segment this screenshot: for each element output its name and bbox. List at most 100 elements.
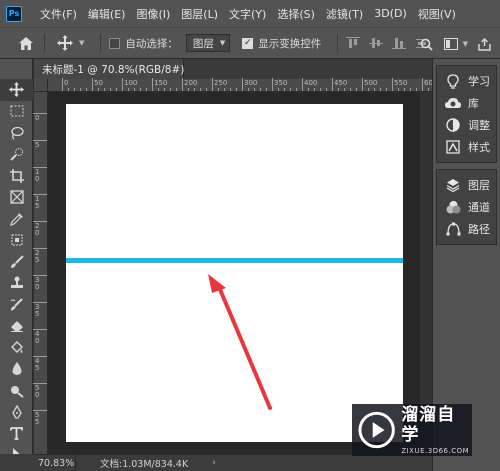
watermark-url: ZIXUE.3D66.COM xyxy=(401,447,470,455)
eraser-tool-icon[interactable] xyxy=(0,316,33,338)
paths-icon xyxy=(445,221,461,237)
zoom-level[interactable]: 70.83% xyxy=(34,455,76,471)
channels-icon xyxy=(445,199,461,215)
ruler-tick-label: 550 xyxy=(394,79,408,87)
toolbar-grip[interactable] xyxy=(0,59,32,79)
panel-libraries[interactable]: 库 xyxy=(437,92,496,114)
quick-selection-tool-icon[interactable] xyxy=(0,144,33,166)
ruler-tick xyxy=(332,78,333,91)
ruler-tick xyxy=(122,78,123,91)
panel-channels[interactable]: 通道 xyxy=(437,196,496,218)
panel-adjustments-label: 调整 xyxy=(468,119,490,132)
menu-bar: Ps 文件(F) 编辑(E) 图像(I) 图层(L) 文字(Y) 选择(S) 滤… xyxy=(0,0,500,27)
brush-tool-icon[interactable] xyxy=(0,251,33,273)
eyedropper-tool-icon[interactable] xyxy=(0,208,33,230)
menu-type[interactable]: 文字(Y) xyxy=(229,6,266,22)
ruler-tick-label: 30 xyxy=(35,276,40,291)
ruler-minor-tick xyxy=(68,88,69,91)
dodge-tool-icon[interactable] xyxy=(0,380,33,402)
paint-bucket-tool-icon[interactable] xyxy=(0,337,33,359)
ruler-tick-label: 10 xyxy=(35,168,40,183)
ruler-minor-tick xyxy=(386,88,387,91)
type-tool-icon[interactable] xyxy=(0,423,33,445)
align-bottom-icon[interactable] xyxy=(392,36,407,50)
ruler-tick-label: 300 xyxy=(244,79,258,87)
ruler-tick xyxy=(242,78,243,91)
ruler-minor-tick xyxy=(98,88,99,91)
styles-icon xyxy=(445,139,461,155)
ruler-minor-tick xyxy=(188,88,189,91)
frame-tool-icon[interactable] xyxy=(0,187,33,209)
watermark: 溜溜自学 ZIXUE.3D66.COM xyxy=(352,404,472,456)
crop-tool-icon[interactable] xyxy=(0,165,33,187)
pasteboard[interactable] xyxy=(48,92,432,454)
ruler-minor-tick xyxy=(338,88,339,91)
home-icon[interactable] xyxy=(16,33,36,53)
workspace-icon[interactable] xyxy=(441,34,461,54)
chevron-down-icon[interactable]: ▼ xyxy=(463,40,468,48)
show-transform-controls-checkbox[interactable]: ✓ xyxy=(242,37,254,49)
document-tab-title: 未标题-1 @ 70.8%(RGB/8#) * xyxy=(42,63,193,76)
healing-brush-tool-icon[interactable] xyxy=(0,230,33,252)
search-icon[interactable] xyxy=(417,34,437,54)
panel-adjustments[interactable]: 调整 xyxy=(437,114,496,136)
ruler-tick-label: 50 xyxy=(94,79,103,87)
vertical-scrollbar[interactable] xyxy=(420,92,432,454)
layers-icon xyxy=(445,177,461,193)
dropdown-value: 图层 xyxy=(192,37,214,50)
horizontal-line-shape[interactable] xyxy=(66,258,403,263)
blur-tool-icon[interactable] xyxy=(0,359,33,381)
status-bar: 70.83% 文档:1.03M/834.4K › xyxy=(34,454,432,471)
move-tool-preset-icon[interactable] xyxy=(53,33,77,53)
lasso-tool-icon[interactable] xyxy=(0,122,33,144)
panel-paths[interactable]: 路径 xyxy=(437,218,496,240)
ruler-minor-tick xyxy=(308,88,309,91)
ruler-minor-tick xyxy=(206,88,207,91)
ruler-minor-tick xyxy=(128,88,129,91)
align-top-icon[interactable] xyxy=(346,36,361,50)
ruler-minor-tick xyxy=(248,88,249,91)
document-canvas[interactable] xyxy=(66,104,403,442)
ruler-tick-label: 40 xyxy=(35,330,40,345)
status-menu-arrow[interactable]: › xyxy=(212,458,216,468)
ruler-tick xyxy=(212,78,213,91)
history-brush-tool-icon[interactable] xyxy=(0,294,33,316)
panel-group-2: 图层 通道 路径 xyxy=(436,169,497,245)
panel-libraries-label: 库 xyxy=(468,97,479,110)
align-vertical-center-icon[interactable] xyxy=(369,36,384,50)
ruler-tick xyxy=(92,78,93,91)
share-icon[interactable] xyxy=(474,34,494,54)
document-tab[interactable]: 未标题-1 @ 70.8%(RGB/8#) * × xyxy=(34,59,208,79)
status-bar-left xyxy=(0,454,34,471)
ruler-tick-label: 400 xyxy=(304,79,318,87)
menu-view[interactable]: 视图(V) xyxy=(418,6,456,22)
horizontal-ruler[interactable]: 0 50 100 150 200 250 300 350 400 450 500 550 600 xyxy=(48,78,437,92)
auto-select-checkbox[interactable] xyxy=(109,37,121,49)
clone-stamp-tool-icon[interactable] xyxy=(0,273,33,295)
ruler-minor-tick xyxy=(374,88,375,91)
menu-file[interactable]: 文件(F) xyxy=(40,6,77,22)
panel-layers[interactable]: 图层 xyxy=(437,174,496,196)
ruler-minor-tick xyxy=(428,88,429,91)
menu-image[interactable]: 图像(I) xyxy=(136,6,170,22)
marquee-tool-icon[interactable] xyxy=(0,101,33,123)
menu-3d[interactable]: 3D(D) xyxy=(374,7,407,20)
auto-select-target-dropdown[interactable]: 图层 ▼ xyxy=(185,34,231,52)
menu-filter[interactable]: 滤镜(T) xyxy=(326,6,363,22)
menu-edit[interactable]: 编辑(E) xyxy=(88,6,126,22)
options-bar: ▼ 自动选择： 图层 ▼ ✓ 显示变换控件 ▼ xyxy=(0,27,500,59)
ruler-minor-tick xyxy=(80,88,81,91)
panel-learn[interactable]: 学习 xyxy=(437,70,496,92)
vertical-ruler[interactable]: 0 5 10 15 20 25 30 35 40 45 50 55 xyxy=(33,92,48,454)
panel-paths-label: 路径 xyxy=(468,223,490,236)
menu-layer[interactable]: 图层(L) xyxy=(181,6,218,22)
pen-tool-icon[interactable] xyxy=(0,402,33,424)
ruler-minor-tick xyxy=(356,88,357,91)
chevron-down-icon[interactable]: ▼ xyxy=(79,39,84,47)
ruler-minor-tick xyxy=(158,88,159,91)
move-tool-icon[interactable] xyxy=(0,79,33,101)
ruler-tick xyxy=(33,410,47,411)
menu-select[interactable]: 选择(S) xyxy=(277,6,315,22)
ruler-corner[interactable] xyxy=(34,79,48,92)
panel-styles[interactable]: 样式 xyxy=(437,136,496,158)
